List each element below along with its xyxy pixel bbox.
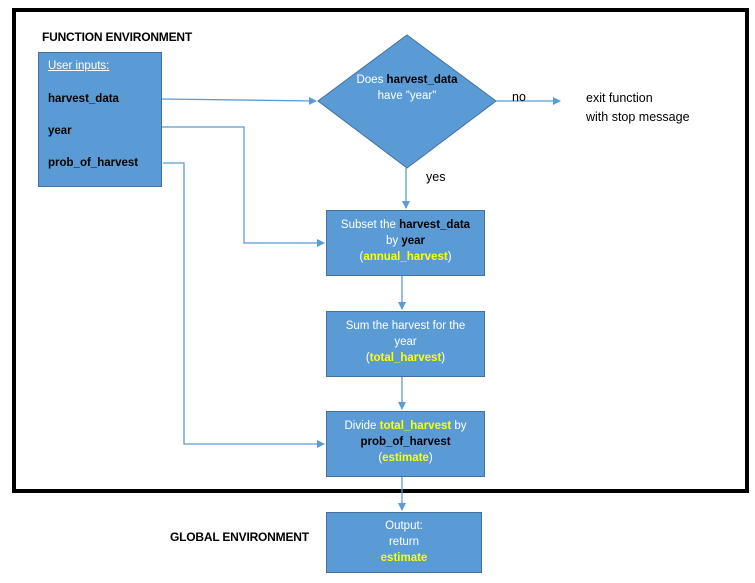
- step1-result: annual_harvest: [363, 251, 448, 263]
- function-environment-label: FUNCTION ENVIRONMENT: [42, 30, 192, 44]
- exit-line2: with stop message: [586, 110, 690, 124]
- step3-result: estimate: [382, 452, 429, 464]
- yes-label: yes: [426, 170, 446, 184]
- step3-var-total-harvest: total_harvest: [379, 420, 452, 432]
- step2-result: total_harvest: [369, 352, 442, 364]
- step1-prefix: Subset the: [340, 219, 400, 231]
- exit-text: exit function with stop message: [586, 89, 690, 127]
- step2-paren-close: ): [441, 352, 446, 364]
- step3-paren-close: ): [428, 452, 433, 464]
- decision-line3: have "year": [377, 90, 437, 102]
- exit-line1: exit function: [586, 91, 653, 105]
- step3-prefix: Divide: [344, 420, 380, 432]
- user-inputs-header: User inputs:: [48, 60, 110, 72]
- step-divide-box: Divide total_harvest by prob_of_harvest …: [326, 411, 485, 477]
- user-inputs-box: User inputs: harvest_data year prob_of_h…: [38, 52, 162, 187]
- input-prob-of-harvest: prob_of_harvest: [48, 157, 139, 169]
- no-label: no: [512, 90, 526, 104]
- step1-var-harvest-data: harvest_data: [399, 219, 471, 231]
- step2-line1: Sum the harvest for the: [345, 320, 466, 332]
- input-harvest-data: harvest_data: [48, 93, 119, 105]
- step3-suffix: by: [451, 420, 467, 432]
- global-environment-label: GLOBAL ENVIRONMENT: [170, 530, 309, 544]
- step1-paren-close: ): [447, 251, 452, 263]
- output-line2: return: [388, 536, 420, 548]
- connector-year: [162, 126, 325, 247]
- step-sum-box: Sum the harvest for the year (total_harv…: [326, 311, 485, 377]
- output-result: estimate: [380, 552, 428, 564]
- decision-line2: harvest_data: [386, 74, 458, 86]
- step1-var-year: year: [401, 235, 425, 247]
- step2-line2: year: [394, 336, 417, 348]
- output-line1: Output:: [385, 520, 423, 532]
- output-box: Output: return estimate: [326, 512, 482, 573]
- input-year: year: [48, 125, 72, 137]
- decision-line1: Does: [356, 74, 384, 86]
- step-subset-box: Subset the harvest_data by year (annual_…: [326, 210, 485, 276]
- decision-text: Does harvest_data have "year": [348, 72, 466, 104]
- connector-harvest-data: [161, 96, 317, 105]
- step1-by: by: [385, 235, 402, 247]
- step3-var-prob: prob_of_harvest: [360, 436, 451, 448]
